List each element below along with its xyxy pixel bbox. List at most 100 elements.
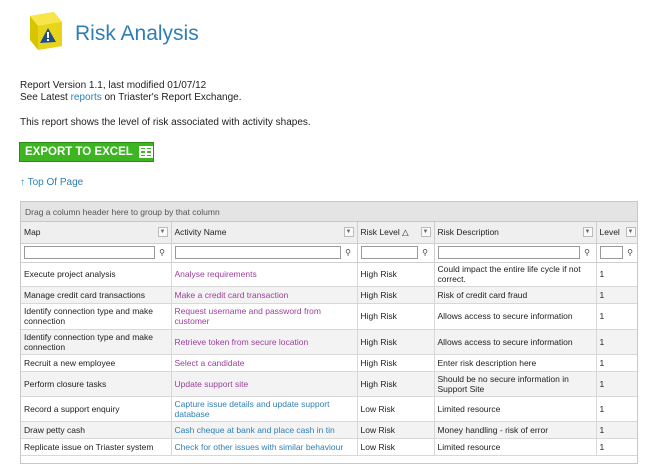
map-cell: Record a support enquiry: [21, 396, 172, 422]
activity-link[interactable]: Capture issue details and update support…: [171, 396, 358, 422]
activity-link[interactable]: Retrieve token from secure location: [171, 329, 358, 355]
export-to-excel-button[interactable]: EXPORT TO EXCEL: [19, 142, 154, 162]
table-row[interactable]: Replicate issue on Triaster system Check …: [21, 438, 637, 456]
chevron-down-icon[interactable]: ▼: [157, 227, 168, 237]
report-header: [24, 8, 68, 52]
column-title: Risk Description: [437, 227, 499, 238]
filter-input-level[interactable]: [599, 246, 623, 259]
risk-grid: Drag a column header here to group by th…: [20, 201, 638, 464]
filter-row: ⚲ ⚲ ⚲ ⚲ ⚲: [21, 243, 637, 263]
risk-level-cell: High Risk: [357, 286, 435, 304]
filter-funnel-icon[interactable]: ⚲: [420, 248, 431, 257]
column-header-risk-level[interactable]: Risk Level △ ▼: [357, 222, 435, 244]
filter-cell-risk-description: ⚲: [434, 243, 597, 263]
column-title: Level: [599, 227, 620, 238]
map-cell: Replicate issue on Triaster system: [21, 438, 172, 456]
reports-line: See Latest reports on Triaster's Report …: [20, 92, 241, 104]
filter-input-risk-level[interactable]: [360, 246, 418, 259]
map-cell: Perform closure tasks: [21, 371, 172, 397]
risk-table: Map ▼ Activity Name ▼ Risk Level △ ▼ Risk D…: [21, 222, 637, 456]
warning-cube-icon: [30, 12, 62, 50]
activity-link[interactable]: Request username and password from custo…: [171, 303, 358, 330]
column-header-level[interactable]: Level ▼: [596, 222, 637, 244]
filter-cell-map: ⚲: [21, 243, 172, 263]
level-cell: 1: [596, 262, 637, 287]
report-description: This report shows the level of risk asso…: [20, 117, 311, 128]
chevron-down-icon[interactable]: ▼: [582, 227, 593, 237]
chevron-down-icon[interactable]: ▼: [625, 227, 636, 237]
level-cell: 1: [596, 286, 637, 304]
table-row[interactable]: Execute project analysis Analyse requirem…: [21, 262, 637, 287]
reports-link[interactable]: reports: [71, 92, 102, 103]
filter-input-activity-name[interactable]: [174, 246, 341, 259]
table-row[interactable]: Draw petty cash Cash cheque at bank and p…: [21, 421, 637, 439]
table-row[interactable]: Manage credit card transactions Make a cr…: [21, 286, 637, 304]
level-cell: 1: [596, 329, 637, 355]
report-meta: Report Version 1.1, last modified 01/07/…: [20, 80, 241, 104]
risk-level-cell: Low Risk: [357, 421, 435, 439]
table-row[interactable]: Identify connection type and make connec…: [21, 329, 637, 355]
filter-input-risk-description[interactable]: [437, 246, 580, 259]
risk-description-cell: Allows access to secure information: [434, 303, 597, 330]
column-title: Map: [24, 227, 41, 238]
column-header-activity-name[interactable]: Activity Name ▼: [171, 222, 358, 244]
top-of-page-link[interactable]: ↑ Top Of Page: [20, 177, 83, 188]
activity-link[interactable]: Analyse requirements: [171, 262, 358, 287]
page-title: Risk Analysis: [75, 22, 199, 45]
filter-cell-risk-level: ⚲: [357, 243, 435, 263]
column-header-risk-description[interactable]: Risk Description ▼: [434, 222, 597, 244]
map-cell: Recruit a new employee: [21, 354, 172, 372]
risk-description-cell: Risk of credit card fraud: [434, 286, 597, 304]
level-cell: 1: [596, 371, 637, 397]
table-row[interactable]: Identify connection type and make connec…: [21, 303, 637, 330]
map-cell: Identify connection type and make connec…: [21, 303, 172, 330]
map-cell: Execute project analysis: [21, 262, 172, 287]
chevron-down-icon[interactable]: ▼: [420, 227, 431, 237]
level-cell: 1: [596, 303, 637, 330]
reports-line-prefix: See Latest: [20, 92, 71, 103]
map-cell: Draw petty cash: [21, 421, 172, 439]
filter-cell-level: ⚲: [596, 243, 637, 263]
risk-description-cell: Enter risk description here: [434, 354, 597, 372]
group-by-area[interactable]: Drag a column header here to group by th…: [21, 202, 637, 222]
risk-level-cell: High Risk: [357, 262, 435, 287]
sort-ascending-icon: △: [402, 226, 409, 237]
risk-level-cell: Low Risk: [357, 438, 435, 456]
risk-description-cell: Limited resource: [434, 438, 597, 456]
filter-funnel-icon[interactable]: ⚲: [625, 248, 636, 257]
filter-funnel-icon[interactable]: ⚲: [157, 248, 168, 257]
column-header-map[interactable]: Map ▼: [21, 222, 172, 244]
level-cell: 1: [596, 396, 637, 422]
version-line: Report Version 1.1, last modified 01/07/…: [20, 80, 207, 91]
level-cell: 1: [596, 354, 637, 372]
filter-funnel-icon[interactable]: ⚲: [582, 248, 593, 257]
chevron-down-icon[interactable]: ▼: [343, 227, 354, 237]
column-title: Activity Name: [174, 227, 227, 238]
risk-level-cell: High Risk: [357, 354, 435, 372]
risk-description-cell: Money handling - risk of error: [434, 421, 597, 439]
filter-funnel-icon[interactable]: ⚲: [343, 248, 354, 257]
table-row[interactable]: Record a support enquiry Capture issue de…: [21, 396, 637, 422]
activity-link[interactable]: Make a credit card transaction: [171, 286, 358, 304]
risk-description-cell: Should be no secure information in Suppo…: [434, 371, 597, 397]
column-title: Risk Level: [360, 226, 400, 237]
risk-description-cell: Limited resource: [434, 396, 597, 422]
filter-input-map[interactable]: [24, 246, 155, 259]
spreadsheet-icon: [138, 146, 153, 158]
activity-link[interactable]: Update support site: [171, 371, 358, 397]
level-cell: 1: [596, 421, 637, 439]
map-cell: Identify connection type and make connec…: [21, 329, 172, 355]
table-row[interactable]: Perform closure tasks Update support site…: [21, 371, 637, 397]
table-row[interactable]: Recruit a new employee Select a candidate…: [21, 354, 637, 372]
export-label: EXPORT TO EXCEL: [25, 146, 133, 158]
activity-link[interactable]: Select a candidate: [171, 354, 358, 372]
risk-level-cell: High Risk: [357, 329, 435, 355]
risk-level-cell: High Risk: [357, 371, 435, 397]
risk-level-cell: High Risk: [357, 303, 435, 330]
risk-description-cell: Could impact the entire life cycle if no…: [434, 262, 597, 287]
activity-link[interactable]: Cash cheque at bank and place cash in ti…: [171, 421, 358, 439]
filter-cell-activity-name: ⚲: [171, 243, 358, 263]
level-cell: 1: [596, 438, 637, 456]
activity-link[interactable]: Check for other issues with similar beha…: [171, 438, 358, 456]
risk-description-cell: Allows access to secure information: [434, 329, 597, 355]
